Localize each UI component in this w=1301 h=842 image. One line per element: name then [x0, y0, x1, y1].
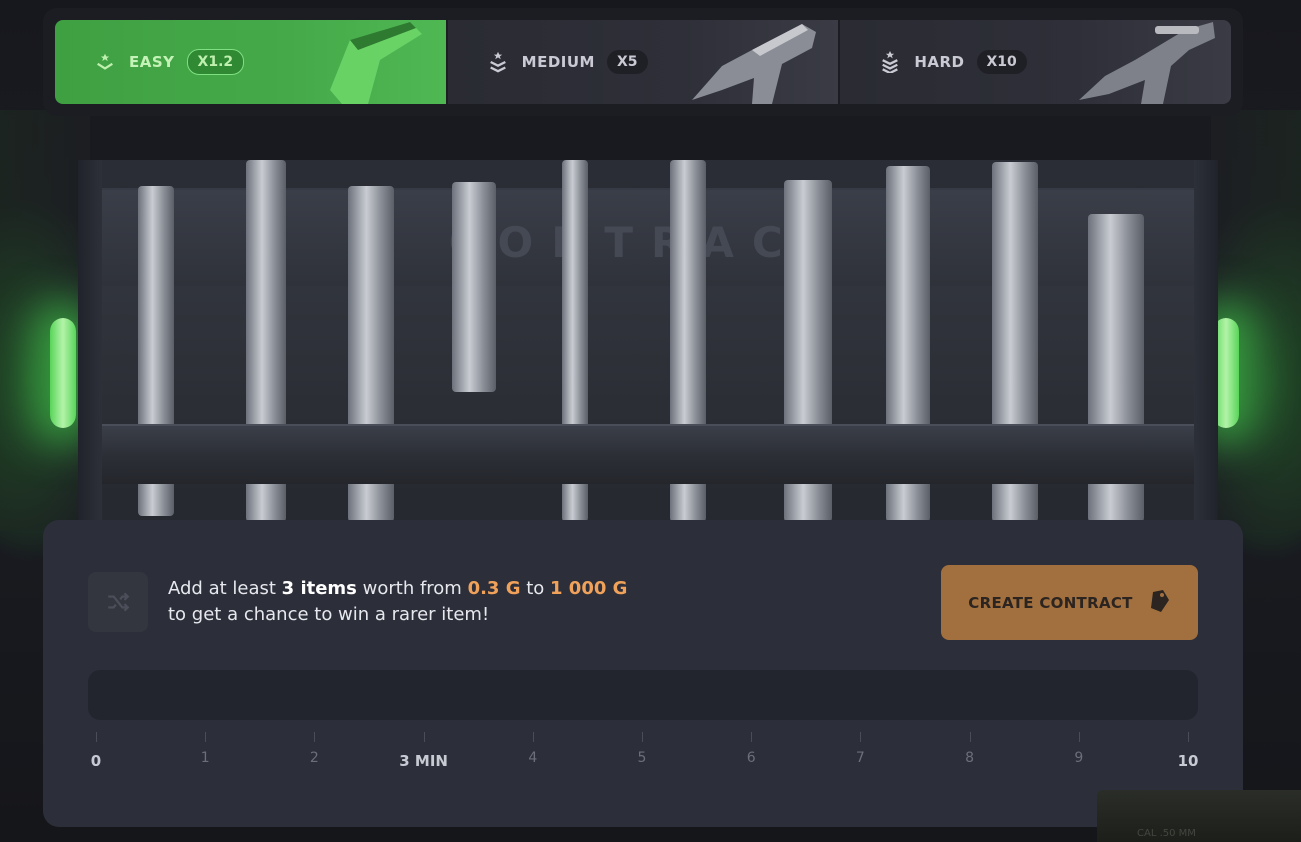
time-scale: 0 1 2 3 MIN 4 5 6 7 8 9 10	[88, 732, 1198, 772]
max-value: 1 000 G	[550, 578, 628, 599]
scale-tick	[751, 732, 753, 742]
scale-tick-label: 4	[528, 750, 538, 766]
min-value: 0.3 G	[467, 578, 521, 599]
multiplier-badge: X5	[606, 50, 648, 74]
multiplier-badge: X10	[976, 50, 1027, 74]
contract-description: to get a chance to win a rarer item!	[168, 604, 490, 625]
shuffle-icon	[88, 572, 148, 632]
multiplier-badge: X1.2	[186, 49, 245, 75]
rank-triple-chevron-icon	[878, 50, 902, 74]
rack-shelf	[96, 424, 1200, 484]
scale-tick-label: 2	[309, 750, 319, 766]
create-contract-button[interactable]: CREATE CONTRACT	[941, 565, 1198, 640]
scale-tick-label: 7	[855, 750, 865, 766]
scale-tick-label: 3 MIN	[399, 752, 448, 770]
progress-track	[88, 670, 1198, 720]
contract-tag-icon	[1147, 588, 1171, 618]
scale-tick	[96, 732, 97, 742]
rack-side	[78, 160, 102, 522]
scale-tick-label: 5	[637, 750, 647, 766]
rack-side	[1194, 160, 1218, 522]
scale-tick	[205, 732, 207, 742]
green-lamp-left	[50, 318, 76, 428]
scale-tick	[1078, 732, 1080, 742]
rank-chevron-icon	[93, 50, 117, 74]
rank-double-chevron-icon	[486, 50, 510, 74]
weapon-rack: CONTRACT	[78, 160, 1218, 522]
ammo-box: CAL .50 MM	[1097, 790, 1301, 842]
contract-requirement: Add at least 3 items worth from 0.3 G to…	[168, 578, 627, 599]
tab-medium[interactable]: MEDIUM X5	[447, 20, 839, 104]
scale-tick	[1188, 732, 1189, 742]
scale-tick-label: 9	[1074, 750, 1084, 766]
rifle-icon	[1079, 22, 1216, 104]
contract-panel: Add at least 3 items worth from 0.3 G to…	[43, 520, 1243, 827]
required-items: 3 items	[281, 578, 357, 599]
requirement-to: to	[520, 578, 551, 599]
scale-tick-label: 8	[965, 750, 975, 766]
tab-label: EASY	[129, 53, 175, 71]
scale-tick-label: 10	[1177, 752, 1199, 770]
scale-tick	[642, 732, 643, 742]
difficulty-tabs: EASY X1.2 MEDIUM X5 HARD X10	[43, 8, 1243, 116]
tab-hard[interactable]: HARD X10	[840, 20, 1232, 104]
ammo-box-label: CAL .50 MM	[1137, 828, 1196, 839]
weapon-part	[452, 182, 496, 392]
pistol-icon	[329, 22, 422, 104]
tab-label: HARD	[914, 53, 965, 71]
scale-tick	[532, 732, 534, 742]
requirement-mid: worth from	[356, 578, 468, 599]
smg-icon	[692, 24, 817, 104]
create-contract-label: CREATE CONTRACT	[968, 593, 1133, 612]
left-wall	[0, 110, 90, 530]
tab-label: MEDIUM	[521, 53, 595, 71]
scale-tick	[969, 732, 971, 742]
scale-tick-label: 6	[746, 750, 756, 766]
scale-tick	[860, 732, 862, 742]
tab-easy[interactable]: EASY X1.2	[55, 20, 446, 104]
scale-tick	[314, 732, 316, 742]
scale-tick-label: 0	[90, 752, 102, 770]
requirement-prefix: Add at least	[168, 578, 282, 599]
scale-tick	[423, 732, 425, 742]
scale-tick-label: 1	[200, 750, 210, 766]
